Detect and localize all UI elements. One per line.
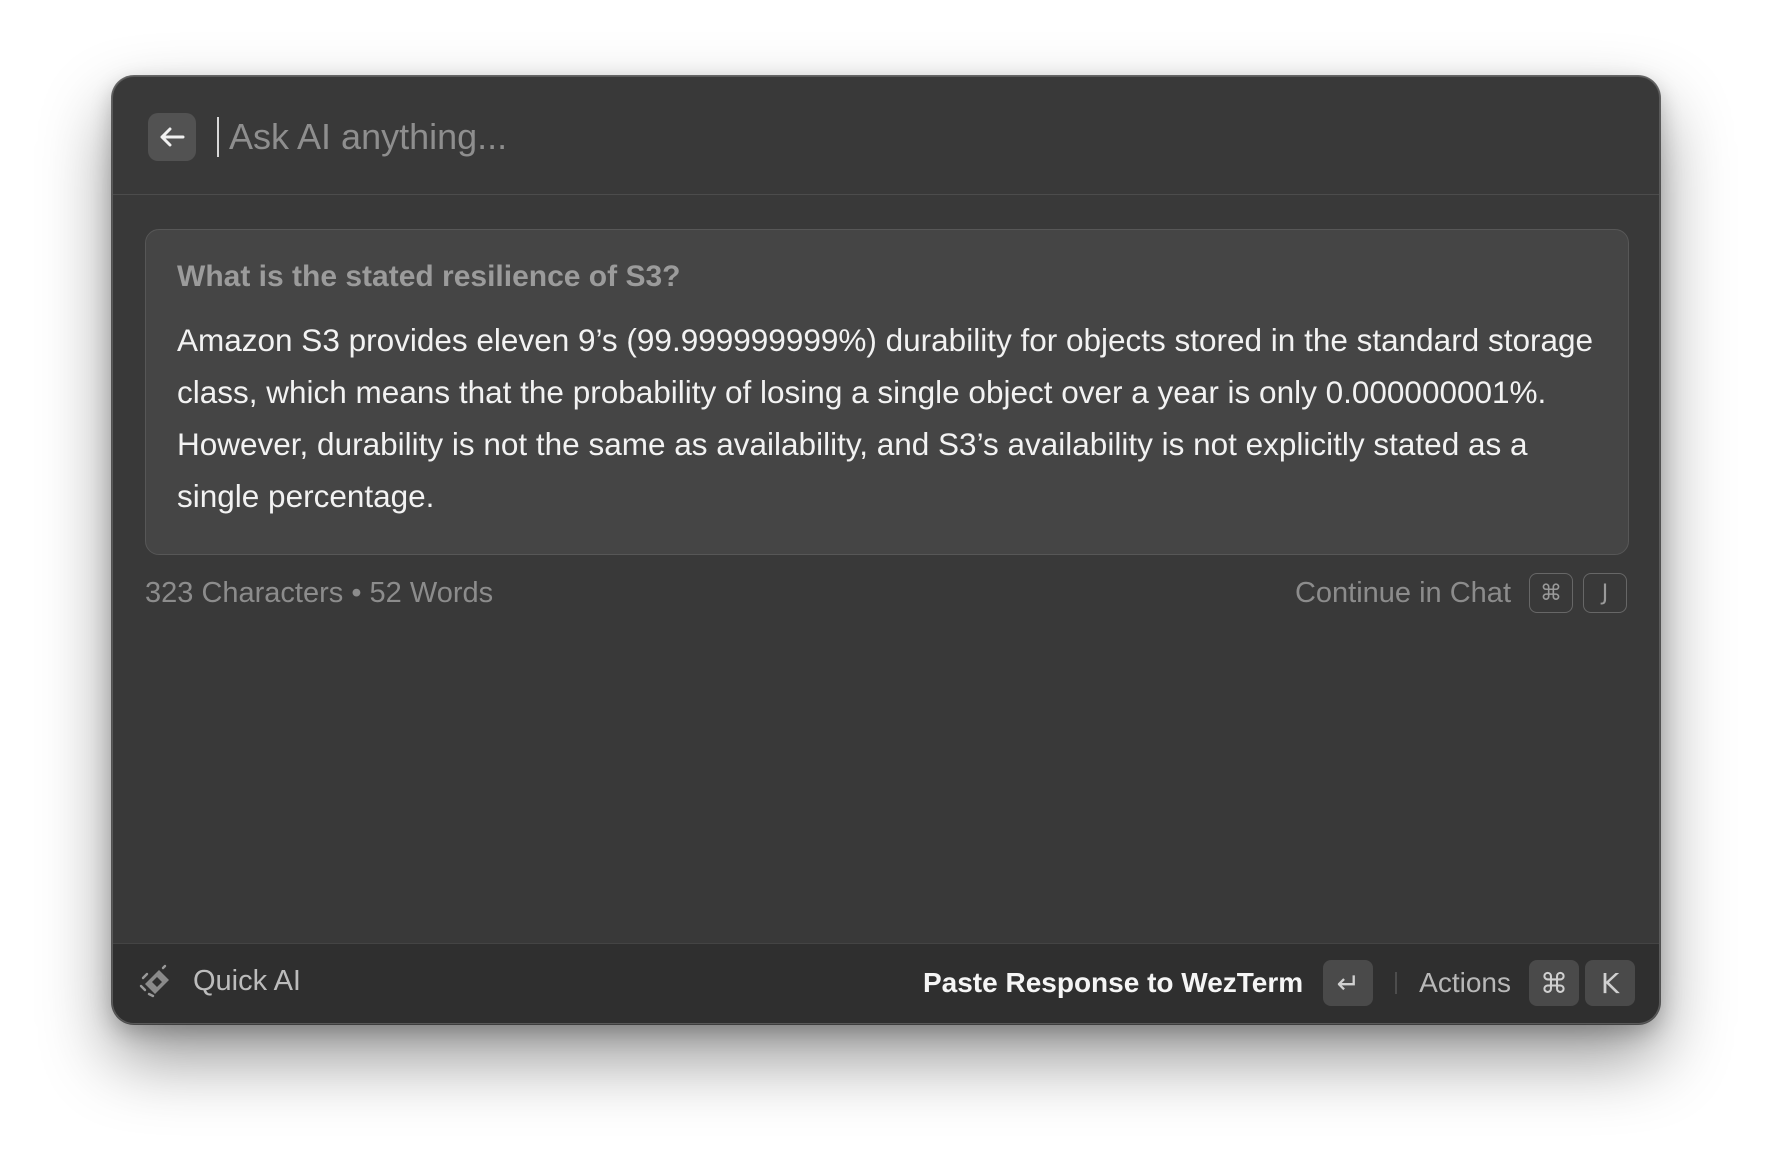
answer-text: Amazon S3 provides eleven 9’s (99.999999…: [177, 322, 1594, 514]
quick-ai-sparkle-icon: [139, 964, 169, 998]
command-key-icon: ⌘: [1529, 573, 1573, 613]
response-card: What is the stated resilience of S3? Ama…: [145, 229, 1629, 555]
continue-in-chat-button[interactable]: Continue in Chat ⌘ J: [1295, 573, 1627, 613]
arrow-left-icon: [160, 127, 185, 147]
search-input[interactable]: [215, 109, 1595, 165]
paste-response-button[interactable]: Paste Response to WezTerm: [923, 967, 1303, 999]
action-bar: Quick AI Paste Response to WezTerm ↵ Act…: [113, 943, 1659, 1023]
k-key: K: [1585, 960, 1635, 1006]
command-key-icon: ⌘: [1529, 960, 1579, 1006]
footer-actions: Paste Response to WezTerm ↵ Actions ⌘ K: [923, 960, 1635, 1006]
quick-ai-brand: Quick AI: [139, 964, 301, 998]
search-header: [113, 77, 1659, 195]
j-key: J: [1583, 573, 1627, 613]
continue-in-chat-label: Continue in Chat: [1294, 576, 1511, 609]
response-stats: 323 Characters • 52 Words: [145, 577, 494, 609]
return-key-icon: ↵: [1323, 960, 1374, 1006]
back-button[interactable]: [148, 113, 196, 161]
question-text: What is the stated resilience of S3?: [177, 260, 681, 293]
text-caret: [217, 117, 219, 157]
quick-ai-label: Quick AI: [193, 964, 301, 997]
quick-ai-window: What is the stated resilience of S3? Ama…: [112, 76, 1660, 1024]
footer-divider: [1395, 972, 1398, 994]
actions-button[interactable]: Actions: [1419, 967, 1511, 999]
